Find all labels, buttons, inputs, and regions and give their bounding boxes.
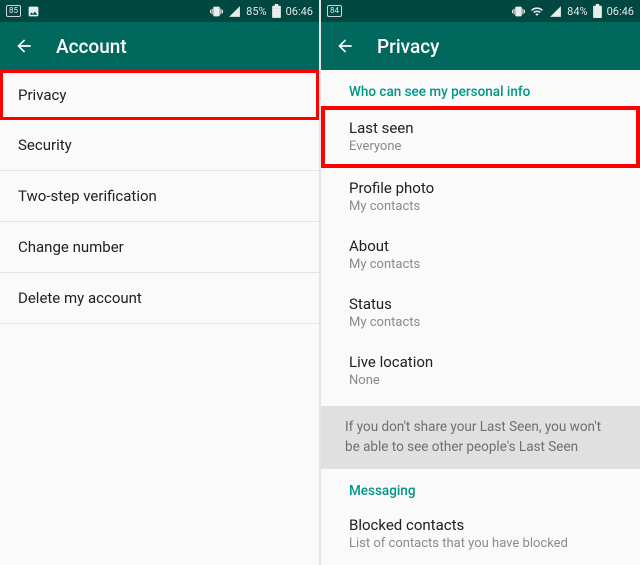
battery-text: 84% [567,5,587,18]
pref-live-location[interactable]: Live location None [321,342,640,400]
list-item-two-step[interactable]: Two-step verification [0,171,319,222]
list-item-security[interactable]: Security [0,120,319,171]
vibrate-icon [512,5,525,18]
privacy-list: Who can see my personal info Last seen E… [321,70,640,565]
pref-value: Everyone [349,139,612,154]
list-item-privacy[interactable]: Privacy [0,70,319,120]
back-icon[interactable] [335,36,355,56]
pref-label: Status [349,295,612,313]
section-header-messaging: Messaging [321,469,640,505]
clock-text: 06:46 [607,5,634,18]
page-title: Privacy [377,35,439,58]
battery-text: 85% [246,5,266,18]
pref-label: About [349,237,612,255]
pref-label: Last seen [349,119,612,137]
page-title: Account [56,35,127,58]
pref-about[interactable]: About My contacts [321,226,640,284]
pref-label: Live location [349,353,612,371]
pref-value: My contacts [349,315,612,330]
pref-status[interactable]: Status My contacts [321,284,640,342]
signal-icon [549,5,562,18]
pref-value: None [349,373,612,388]
pref-value: My contacts [349,257,612,272]
status-bar: 85 85% 06:46 [0,0,319,22]
app-bar: Account [0,22,319,70]
pref-value: My contacts [349,199,612,214]
battery-icon [593,4,602,18]
battery-icon [272,4,281,18]
back-icon[interactable] [14,36,34,56]
privacy-screen: 84 84% 06:46 Privacy Who can see my pers… [321,0,640,565]
image-icon [27,5,40,18]
wifi-icon [530,5,544,18]
pref-label: Blocked contacts [349,516,612,534]
account-screen: 85 85% 06:46 Account Privacy Security Tw… [0,0,319,565]
section-header-personal-info: Who can see my personal info [321,70,640,106]
pref-last-seen[interactable]: Last seen Everyone [321,106,640,168]
pref-value: List of contacts that you have blocked [349,536,612,551]
pref-blocked-contacts[interactable]: Blocked contacts List of contacts that y… [321,505,640,551]
notification-badge-icon: 85 [6,5,21,17]
app-bar: Privacy [321,22,640,70]
pref-label: Profile photo [349,179,612,197]
list-item-change-number[interactable]: Change number [0,222,319,273]
signal-icon [228,5,241,18]
clock-text: 06:46 [286,5,313,18]
list-item-delete-account[interactable]: Delete my account [0,273,319,324]
pref-profile-photo[interactable]: Profile photo My contacts [321,168,640,226]
notification-badge-icon: 84 [327,5,342,17]
vibrate-icon [210,5,223,18]
last-seen-info: If you don't share your Last Seen, you w… [321,406,640,469]
status-bar: 84 84% 06:46 [321,0,640,22]
account-list: Privacy Security Two-step verification C… [0,70,319,565]
